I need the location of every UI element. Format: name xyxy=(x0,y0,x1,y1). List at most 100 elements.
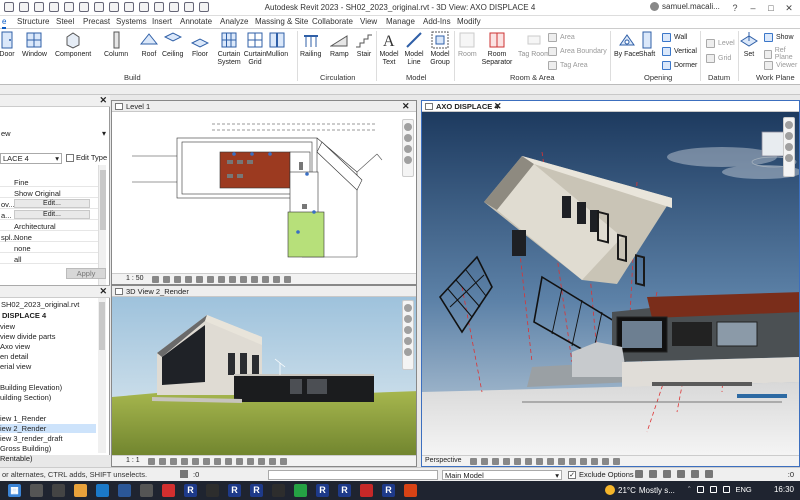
close-icon[interactable]: ✕ xyxy=(494,101,502,112)
vertical-opening-button[interactable]: Vertical xyxy=(662,47,697,56)
axo-model-view[interactable] xyxy=(422,112,800,457)
dormer-button[interactable]: Dormer xyxy=(662,61,697,70)
close-icon[interactable]: ✕ xyxy=(402,101,410,112)
component-button[interactable]: Component xyxy=(55,31,91,59)
scale-label[interactable]: 1 : 50 xyxy=(126,275,144,282)
clock[interactable]: 16:30 xyxy=(774,485,794,494)
edge-icon[interactable] xyxy=(96,484,109,497)
view-tab[interactable]: 3D View 2_Render xyxy=(112,286,416,297)
room-separator-button[interactable]: Room Separator xyxy=(482,31,512,67)
view-controls[interactable] xyxy=(470,458,620,465)
property-row[interactable]: a... Edit... xyxy=(0,210,98,220)
browser-item[interactable]: Axo view xyxy=(0,342,30,351)
view-controls[interactable] xyxy=(152,276,291,283)
browser-item[interactable]: iew 3_render_draft xyxy=(0,434,63,443)
area-boundary-button[interactable]: Area Boundary xyxy=(548,47,607,56)
viewer-button[interactable]: Viewer xyxy=(764,61,797,70)
tab-steel[interactable]: Steel xyxy=(56,17,74,26)
edit-type-button[interactable]: Edit Type xyxy=(66,153,107,162)
railing-button[interactable]: Railing xyxy=(300,31,321,59)
property-row[interactable]: all xyxy=(0,254,98,264)
room-button[interactable]: Room xyxy=(458,31,477,59)
revit-icon[interactable]: R xyxy=(250,484,263,497)
tab-precast[interactable]: Precast xyxy=(83,17,110,26)
tab-systems[interactable]: Systems xyxy=(116,17,147,26)
browser-item-selected[interactable]: iew 2_Render xyxy=(0,424,96,433)
revit-icon[interactable]: R xyxy=(382,484,395,497)
apply-button[interactable]: Apply xyxy=(66,268,106,279)
window-button[interactable]: Window xyxy=(22,31,47,59)
scale-label[interactable]: 1 : 1 xyxy=(126,457,140,464)
pdf-icon[interactable] xyxy=(360,484,373,497)
app-icon[interactable] xyxy=(206,484,219,497)
grid-button[interactable]: Grid xyxy=(706,54,731,63)
ceiling-button[interactable]: Ceiling xyxy=(162,31,183,59)
area-button[interactable]: Area xyxy=(548,33,575,42)
model-line-button[interactable]: Model Line xyxy=(403,31,425,67)
tab-manage[interactable]: Manage xyxy=(386,17,415,26)
curtain-system-button[interactable]: Curtain System xyxy=(214,31,244,67)
set-work-plane-button[interactable]: Set xyxy=(740,31,758,59)
select-by-face-icon[interactable] xyxy=(677,470,685,478)
view-mode-label[interactable]: Perspective xyxy=(425,457,462,464)
edit-button[interactable]: Edit... xyxy=(14,199,90,208)
navigation-bar[interactable] xyxy=(402,119,414,177)
ramp-button[interactable]: Ramp xyxy=(330,31,349,59)
tab-collaborate[interactable]: Collaborate xyxy=(312,17,353,26)
door-button[interactable]: Door xyxy=(0,31,16,59)
chevron-down-icon[interactable]: ▾ xyxy=(102,129,106,138)
wall-opening-button[interactable]: Wall xyxy=(662,33,687,42)
tab-structure[interactable]: Structure xyxy=(17,17,49,26)
properties-scrollbar[interactable] xyxy=(98,165,106,285)
file-explorer-icon[interactable] xyxy=(74,484,87,497)
mullion-button[interactable]: Mullion xyxy=(266,31,288,59)
type-selector[interactable]: LACE 4 ▾ xyxy=(0,153,62,164)
maximize-button[interactable]: □ xyxy=(762,1,780,15)
browser-item[interactable]: erial view xyxy=(0,362,31,371)
worksets-icon[interactable] xyxy=(180,470,188,478)
select-pinned-icon[interactable] xyxy=(663,470,671,478)
close-button[interactable]: ✕ xyxy=(780,1,798,15)
by-face-button[interactable]: By Face xyxy=(614,31,640,59)
view-tab[interactable]: Level 1 ✕ xyxy=(112,101,416,112)
browser-item[interactable]: en detail xyxy=(0,352,28,361)
property-row[interactable]: ov... Edit... xyxy=(0,199,98,209)
browser-item[interactable]: view divide parts xyxy=(0,332,55,341)
select-links-icon[interactable] xyxy=(635,470,643,478)
close-icon[interactable]: ✕ xyxy=(99,95,107,106)
curtain-grid-button[interactable]: Curtain Grid xyxy=(242,31,268,67)
language-indicator[interactable]: ENG xyxy=(736,485,752,494)
drag-elements-icon[interactable] xyxy=(691,470,699,478)
level-1-view[interactable]: Level 1 ✕ 1: 50 xyxy=(111,100,417,285)
property-row[interactable]: spl... None xyxy=(0,232,98,242)
revit-icon[interactable]: R xyxy=(316,484,329,497)
browser-item[interactable]: Building Elevation) xyxy=(0,383,62,392)
view-tab-active[interactable]: AXO DISPLACE 4 ✕ xyxy=(422,101,799,112)
select-underlay-icon[interactable] xyxy=(649,470,657,478)
network-icon[interactable] xyxy=(696,486,704,493)
volume-icon[interactable] xyxy=(709,486,717,493)
weather-widget[interactable]: 21°C Mostly s... xyxy=(605,485,675,495)
whatsapp-icon[interactable] xyxy=(294,484,307,497)
exclude-options-checkbox[interactable]: ✓ xyxy=(568,471,576,479)
chevron-up-icon[interactable]: ˆ xyxy=(688,485,691,494)
revit-icon[interactable]: R xyxy=(338,484,351,497)
shaft-button[interactable]: Shaft xyxy=(638,31,656,59)
minimize-button[interactable]: – xyxy=(744,1,762,15)
task-view-icon[interactable] xyxy=(52,484,65,497)
property-row[interactable]: Architectural xyxy=(0,221,98,231)
property-row[interactable]: Fine xyxy=(0,177,98,187)
roof-button[interactable]: Roof xyxy=(140,31,158,59)
browser-item[interactable]: iew 1_Render xyxy=(0,414,46,423)
property-row[interactable]: Show Original xyxy=(0,188,98,198)
ref-plane-button[interactable]: Ref Plane xyxy=(764,47,800,61)
filter-icon[interactable] xyxy=(705,470,713,478)
view-controls[interactable] xyxy=(148,458,287,465)
tab-modify[interactable]: Modify xyxy=(457,17,481,26)
browser-item-current-view[interactable]: DISPLACE 4 xyxy=(2,311,46,320)
browser-scrollbar[interactable] xyxy=(98,298,106,453)
render-view[interactable]: 3D View 2_Render 1 : 1 xyxy=(111,285,417,467)
floor-plan-drawing[interactable] xyxy=(112,112,417,275)
design-option-selector[interactable]: Main Model ▾ xyxy=(442,470,562,480)
model-group-button[interactable]: Model Group xyxy=(428,31,452,67)
